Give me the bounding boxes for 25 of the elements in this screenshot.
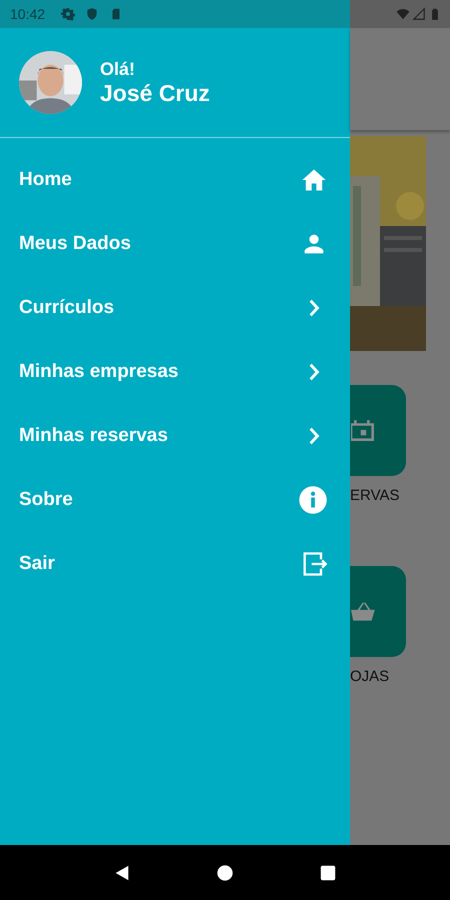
greeting-text: Olá! [100,58,136,80]
shortcut-tile[interactable] [350,566,406,657]
tile-label: ERVAS [350,487,400,504]
gear-icon [61,7,76,21]
shield-icon [85,7,100,21]
chevron-right-icon [308,299,320,317]
menu-item[interactable]: Minhas reservas [0,404,350,468]
menu-item[interactable]: Meus Dados [0,212,350,276]
chevron-right-icon [308,427,320,445]
home-button-icon[interactable] [216,864,234,882]
chevron-right-icon [308,363,320,381]
menu-item[interactable]: Home [0,148,350,212]
menu-item[interactable]: Sair [0,532,350,596]
recents-icon[interactable] [319,864,338,882]
tile-label: OJAS [350,668,390,685]
signal-icon [412,7,426,21]
menu-item[interactable]: Minhas empresas [0,340,350,404]
menu-item[interactable]: Sobre [0,468,350,532]
menu-item[interactable]: Currículos [0,276,350,340]
shortcut-tile[interactable] [350,385,406,476]
status-time: 10:42 [10,6,46,22]
calendar-icon [351,418,377,444]
wifi-icon [396,7,410,21]
info-icon [298,485,328,515]
user-name: José Cruz [100,80,210,106]
